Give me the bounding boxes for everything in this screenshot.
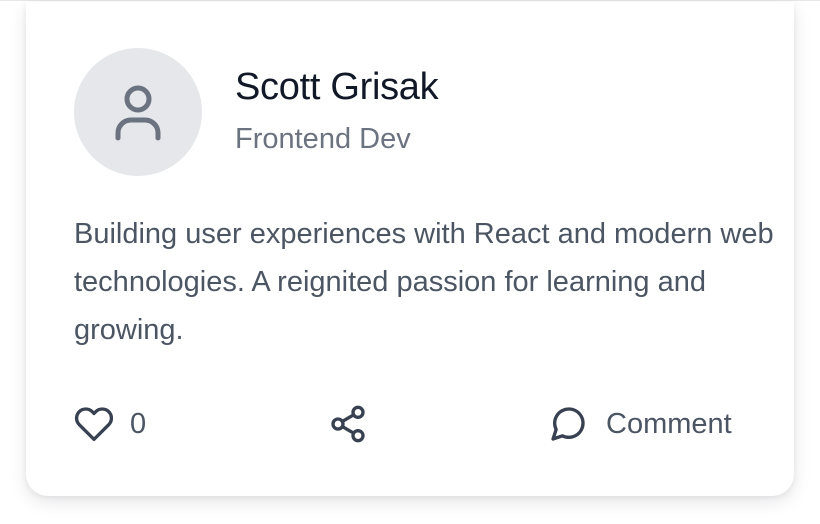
comment-button[interactable]: Comment bbox=[548, 404, 732, 444]
profile-name: Scott Grisak bbox=[235, 66, 439, 108]
share-button[interactable] bbox=[328, 404, 368, 444]
user-icon bbox=[113, 83, 163, 141]
like-button[interactable]: 0 bbox=[74, 404, 146, 444]
profile-bio: Building user experiences with React and… bbox=[74, 218, 774, 346]
profile-card: Scott Grisak Frontend Dev Building user … bbox=[26, 2, 794, 496]
share-icon bbox=[328, 404, 368, 444]
top-divider bbox=[0, 0, 820, 1]
avatar bbox=[74, 48, 202, 176]
like-count: 0 bbox=[130, 407, 147, 440]
comment-label: Comment bbox=[606, 407, 732, 440]
message-circle-icon bbox=[548, 404, 588, 444]
profile-role: Frontend Dev bbox=[235, 123, 411, 155]
heart-icon bbox=[74, 404, 114, 444]
